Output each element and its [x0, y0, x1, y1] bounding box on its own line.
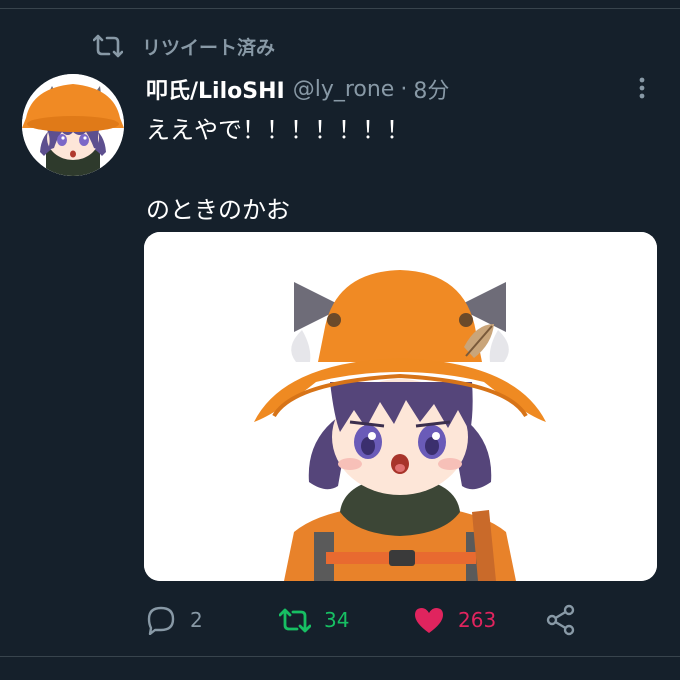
- retweet-banner-label: リツイート済み: [142, 36, 276, 59]
- reply-button[interactable]: 2: [144, 598, 203, 642]
- tweet-text-line: のときのかお: [146, 196, 290, 224]
- more-vertical-icon[interactable]: [628, 72, 656, 104]
- tweet-header: 叩氏/LiloSHI @ly_rone · 8分: [146, 70, 449, 108]
- avatar[interactable]: [22, 74, 124, 176]
- retweet-count: 34: [324, 608, 350, 632]
- reply-count: 2: [190, 608, 203, 632]
- tweet-text-line: ええやで！！！！！！！: [146, 116, 410, 144]
- separator-dot: ·: [400, 76, 408, 102]
- share-button[interactable]: [544, 598, 590, 642]
- user-handle[interactable]: @ly_rone: [293, 77, 395, 102]
- like-count: 263: [458, 608, 497, 632]
- heart-icon: [412, 603, 446, 637]
- retweet-icon: [278, 603, 312, 637]
- tweet-timestamp[interactable]: 8分: [413, 73, 449, 105]
- tweet-image[interactable]: [144, 232, 657, 581]
- bottom-divider: [0, 656, 680, 657]
- share-icon: [544, 603, 578, 637]
- like-button[interactable]: 263: [412, 598, 496, 642]
- tweet-text: ええやで！！！！！！！ のときのかお: [146, 110, 646, 230]
- top-divider: [0, 0, 680, 9]
- reply-icon: [144, 603, 178, 637]
- retweet-button[interactable]: 34: [278, 598, 349, 642]
- retweet-icon: [92, 30, 124, 62]
- retweet-banner: リツイート済み: [92, 30, 275, 62]
- tweet-actions: 2 34 263: [0, 598, 680, 642]
- tweet-text-line: [146, 150, 646, 190]
- display-name[interactable]: 叩氏/LiloSHI: [146, 73, 285, 105]
